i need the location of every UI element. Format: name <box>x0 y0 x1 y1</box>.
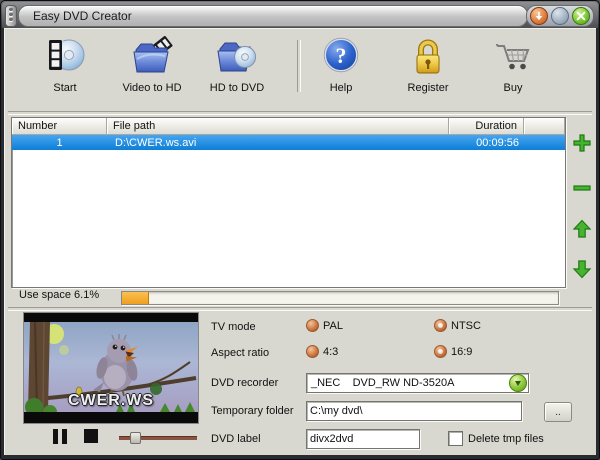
question-icon: ? <box>318 35 364 81</box>
browse-button[interactable]: .. <box>544 402 572 422</box>
divider <box>8 307 592 311</box>
close-x-icon <box>576 11 586 21</box>
radio-pal[interactable]: PAL <box>306 319 343 332</box>
arrow-down-icon <box>571 258 593 280</box>
minimize-button[interactable] <box>530 7 548 25</box>
column-header-filler <box>524 118 565 135</box>
chevron-down-icon <box>515 381 521 386</box>
watermark-text: CWER.WS <box>24 392 198 410</box>
toolbar-label: Register <box>408 82 449 94</box>
toolbar-button-start[interactable]: Start <box>33 35 97 101</box>
radio-ntsc-icon <box>434 319 447 332</box>
window-title: Easy DVD Creator <box>33 9 132 23</box>
folder-film-icon <box>129 35 175 81</box>
stop-button[interactable] <box>84 429 101 444</box>
titlebar[interactable]: Easy DVD Creator <box>2 2 598 28</box>
radio-16-9-label: 16:9 <box>451 346 472 358</box>
content-area: Start <box>4 28 596 455</box>
toolbar-label: HD to DVD <box>210 82 264 94</box>
radio-pal-label: PAL <box>323 320 343 332</box>
space-progress-bar <box>121 291 559 305</box>
toolbar-button-help[interactable]: ? Help <box>311 35 371 101</box>
stop-icon <box>84 429 98 443</box>
dvd-label-label: DVD label <box>211 433 261 445</box>
seek-thumb[interactable] <box>130 432 141 444</box>
temporary-folder-input[interactable] <box>306 401 522 421</box>
tv-mode-label: TV mode <box>211 321 256 333</box>
minus-icon <box>571 177 593 199</box>
dvd-recorder-value: _NEC DVD_RW ND-3520A <box>307 377 509 389</box>
remove-file-button[interactable] <box>571 177 593 199</box>
delete-tmp-files-option[interactable]: Delete tmp files <box>448 431 544 446</box>
window-frame: Easy DVD Creator <box>0 0 600 460</box>
close-button[interactable] <box>572 7 590 25</box>
plus-icon <box>571 132 593 154</box>
radio-pal-icon <box>306 319 319 332</box>
move-down-button[interactable] <box>571 258 593 280</box>
film-disc-icon <box>42 35 88 81</box>
padlock-icon <box>405 35 451 81</box>
maximize-button[interactable] <box>551 7 569 25</box>
radio-4-3-label: 4:3 <box>323 346 338 358</box>
toolbar-button-register[interactable]: Register <box>393 35 463 101</box>
file-duration: 00:09:56 <box>449 135 524 150</box>
space-progress-fill <box>122 292 149 304</box>
radio-16-9[interactable]: 16:9 <box>434 345 472 358</box>
file-row[interactable]: 1 D:\CWER.ws.avi 00:09:56 <box>12 135 565 150</box>
toolbar-button-video-to-hd[interactable]: Video to HD <box>104 35 200 101</box>
minimize-arrow-icon <box>534 11 544 21</box>
file-number: 1 <box>12 135 107 150</box>
divider <box>8 111 592 115</box>
add-file-button[interactable] <box>571 132 593 154</box>
move-up-button[interactable] <box>571 218 593 240</box>
video-preview: CWER.WS <box>23 312 199 424</box>
radio-4-3[interactable]: 4:3 <box>306 345 338 358</box>
pause-icon <box>53 429 70 444</box>
svg-text:?: ? <box>336 43 347 68</box>
column-header-file-path[interactable]: File path <box>107 118 449 135</box>
folder-disc-icon <box>214 35 260 81</box>
cart-icon <box>490 35 536 81</box>
file-path: D:\CWER.ws.avi <box>107 135 449 150</box>
radio-ntsc-label: NTSC <box>451 320 481 332</box>
pause-button[interactable] <box>53 429 70 444</box>
aspect-ratio-label: Aspect ratio <box>211 347 269 359</box>
dvd-recorder-label: DVD recorder <box>211 377 278 389</box>
file-list-header: Number File path Duration <box>12 118 565 135</box>
window-controls <box>526 5 594 27</box>
toolbar-button-hd-to-dvd[interactable]: HD to DVD <box>190 35 284 101</box>
dvd-recorder-select[interactable]: _NEC DVD_RW ND-3520A <box>306 373 529 393</box>
toolbar-separator <box>297 40 301 92</box>
window-grip-icon <box>5 5 17 27</box>
column-header-duration[interactable]: Duration <box>449 118 524 135</box>
toolbar-label: Video to HD <box>122 82 181 94</box>
column-header-number[interactable]: Number <box>12 118 107 135</box>
toolbar-button-buy[interactable]: Buy <box>482 35 544 101</box>
seek-slider[interactable] <box>119 431 197 443</box>
toolbar-label: Help <box>330 82 353 94</box>
checkbox-icon[interactable] <box>448 431 463 446</box>
arrow-up-icon <box>571 218 593 240</box>
dropdown-arrow-button[interactable] <box>509 374 527 392</box>
radio-ntsc[interactable]: NTSC <box>434 319 481 332</box>
app-window: Easy DVD Creator <box>0 0 600 460</box>
delete-tmp-files-label: Delete tmp files <box>468 433 544 445</box>
temporary-folder-label: Temporary folder <box>211 405 294 417</box>
toolbar-label: Buy <box>504 82 523 94</box>
title-capsule: Easy DVD Creator <box>18 5 528 27</box>
toolbar-label: Start <box>53 82 76 94</box>
use-space-label: Use space 6.1% <box>19 289 99 301</box>
radio-4-3-icon <box>306 345 319 358</box>
file-list: Number File path Duration 1 D:\CWER.ws.a… <box>11 117 566 288</box>
dvd-label-input[interactable] <box>306 429 420 449</box>
radio-16-9-icon <box>434 345 447 358</box>
